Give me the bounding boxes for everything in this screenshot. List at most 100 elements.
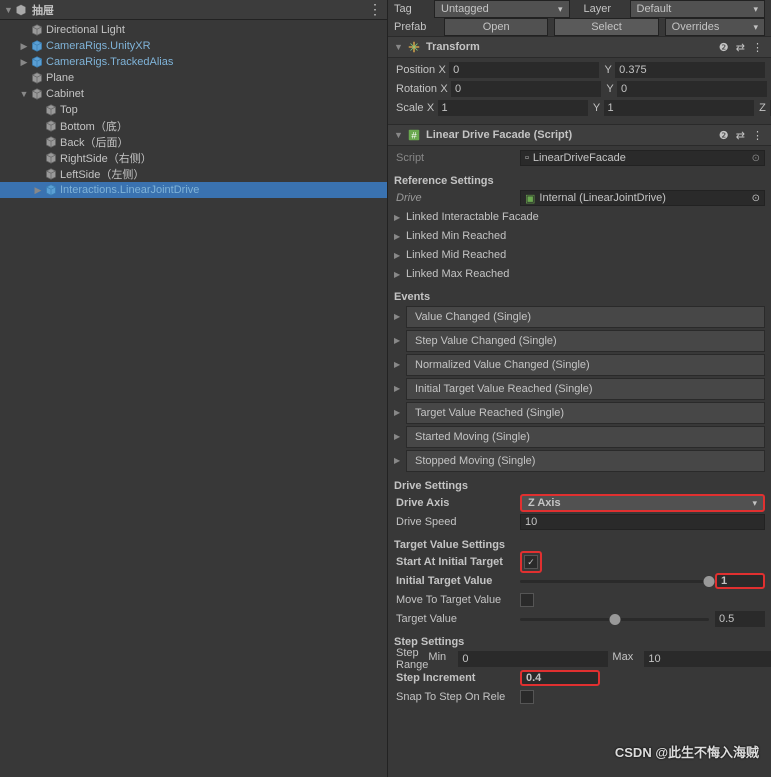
foldout-arrow[interactable]: ▶ bbox=[394, 456, 406, 465]
move-to-checkbox[interactable] bbox=[520, 593, 534, 607]
linked-label: Linked Min Reached bbox=[406, 230, 506, 242]
position-label: Position bbox=[394, 64, 435, 76]
cube-icon bbox=[44, 103, 58, 117]
tree-item[interactable]: ▶CameraRigs.UnityXR bbox=[0, 38, 387, 54]
event-item[interactable]: Target Value Reached (Single) bbox=[406, 402, 765, 424]
step-increment-input[interactable] bbox=[520, 670, 600, 686]
hierarchy-panel: ▼ 抽屉 ⋮ Directional Light▶CameraRigs.Unit… bbox=[0, 0, 388, 777]
event-item[interactable]: Started Moving (Single) bbox=[406, 426, 765, 448]
initial-target-label: Initial Target Value bbox=[394, 575, 520, 587]
foldout-arrow[interactable]: ▶ bbox=[394, 336, 406, 345]
tree-item[interactable]: ▼Cabinet bbox=[0, 86, 387, 102]
foldout-arrow[interactable]: ▶ bbox=[394, 213, 404, 222]
cube-icon bbox=[44, 183, 58, 197]
foldout-arrow[interactable]: ▶ bbox=[394, 270, 404, 279]
tree-item[interactable]: ▶Interactions.LinearJointDrive bbox=[0, 182, 387, 198]
event-item[interactable]: Stopped Moving (Single) bbox=[406, 450, 765, 472]
drive-speed-input[interactable] bbox=[520, 514, 765, 530]
prefab-select-button[interactable]: Select bbox=[554, 18, 658, 36]
unity-icon bbox=[14, 3, 28, 17]
transform-icon bbox=[406, 39, 422, 55]
target-settings-title: Target Value Settings bbox=[394, 539, 765, 551]
target-value-slider[interactable] bbox=[520, 618, 709, 621]
drive-axis-label: Drive Axis bbox=[394, 497, 520, 509]
prefab-overrides-dropdown[interactable]: Overrides bbox=[665, 18, 765, 36]
event-item[interactable]: Value Changed (Single) bbox=[406, 306, 765, 328]
drive-field[interactable]: ▣Internal (LinearJointDrive) bbox=[520, 190, 765, 206]
step-max-input[interactable] bbox=[644, 651, 771, 667]
events-title: Events bbox=[394, 291, 765, 303]
menu-icon[interactable]: ⋮ bbox=[368, 1, 383, 18]
tag-dropdown[interactable]: Untagged bbox=[434, 0, 570, 18]
rotation-label: Rotation bbox=[394, 83, 437, 95]
drive-axis-dropdown[interactable]: Z Axis bbox=[520, 494, 765, 512]
cube-icon bbox=[44, 135, 58, 149]
move-to-label: Move To Target Value bbox=[394, 594, 520, 606]
transform-header[interactable]: ▼ Transform ❷ ⇄ ⋮ bbox=[388, 36, 771, 58]
cube-icon bbox=[30, 87, 44, 101]
start-at-label: Start At Initial Target bbox=[394, 556, 520, 568]
drive-label: Drive bbox=[394, 192, 520, 204]
linked-label: Linked Max Reached bbox=[406, 268, 509, 280]
position-x[interactable] bbox=[449, 62, 599, 78]
event-item[interactable]: Step Value Changed (Single) bbox=[406, 330, 765, 352]
target-value-label: Target Value bbox=[394, 613, 520, 625]
component-tools[interactable]: ❷ ⇄ ⋮ bbox=[719, 41, 765, 54]
rotation-y[interactable] bbox=[617, 81, 767, 97]
tree-item[interactable]: Bottom（底） bbox=[0, 118, 387, 134]
foldout-arrow[interactable]: ▶ bbox=[394, 408, 406, 417]
tag-label: Tag bbox=[394, 3, 428, 15]
cube-icon bbox=[44, 119, 58, 133]
position-y[interactable] bbox=[615, 62, 765, 78]
start-at-checkbox[interactable] bbox=[524, 555, 538, 569]
snap-label: Snap To Step On Rele bbox=[394, 691, 520, 703]
foldout-arrow[interactable]: ▶ bbox=[394, 232, 404, 241]
snap-checkbox[interactable] bbox=[520, 690, 534, 704]
event-item[interactable]: Normalized Value Changed (Single) bbox=[406, 354, 765, 376]
layer-dropdown[interactable]: Default bbox=[630, 0, 766, 18]
cube-icon bbox=[30, 39, 44, 53]
scale-y[interactable] bbox=[604, 100, 754, 116]
hierarchy-tree: Directional Light▶CameraRigs.UnityXR▶Cam… bbox=[0, 20, 387, 198]
foldout-arrow[interactable]: ▶ bbox=[394, 312, 406, 321]
inspector-panel: Tag Untagged Layer Default Prefab Open S… bbox=[388, 0, 771, 777]
watermark: CSDN @此生不悔入海贼 bbox=[615, 742, 759, 761]
step-range-label: Step Range bbox=[394, 647, 428, 671]
script-field[interactable]: ▫LinearDriveFacade bbox=[520, 150, 765, 166]
cube-icon bbox=[30, 71, 44, 85]
drive-settings-title: Drive Settings bbox=[394, 480, 765, 492]
component-tools[interactable]: ❷ ⇄ ⋮ bbox=[719, 129, 765, 142]
initial-target-input[interactable] bbox=[715, 573, 765, 589]
step-min-input[interactable] bbox=[458, 651, 608, 667]
scale-x[interactable] bbox=[438, 100, 588, 116]
drive-speed-label: Drive Speed bbox=[394, 516, 520, 528]
foldout-arrow[interactable]: ▶ bbox=[394, 251, 404, 260]
cube-icon bbox=[30, 23, 44, 37]
event-item[interactable]: Initial Target Value Reached (Single) bbox=[406, 378, 765, 400]
linked-label: Linked Mid Reached bbox=[406, 249, 506, 261]
tree-item[interactable]: RightSide（右侧） bbox=[0, 150, 387, 166]
rotation-x[interactable] bbox=[451, 81, 601, 97]
foldout-arrow[interactable]: ▶ bbox=[394, 432, 406, 441]
hierarchy-header: ▼ 抽屉 ⋮ bbox=[0, 0, 387, 20]
script-header[interactable]: ▼ # Linear Drive Facade (Script) ❷ ⇄ ⋮ bbox=[388, 124, 771, 146]
tree-item[interactable]: Plane bbox=[0, 70, 387, 86]
prefab-open-button[interactable]: Open bbox=[444, 18, 548, 36]
foldout-arrow[interactable]: ▶ bbox=[394, 384, 406, 393]
tree-item[interactable]: Top bbox=[0, 102, 387, 118]
layer-label: Layer bbox=[584, 3, 624, 15]
step-settings-title: Step Settings bbox=[394, 636, 765, 648]
tree-item[interactable]: Back（后面） bbox=[0, 134, 387, 150]
prefab-label: Prefab bbox=[394, 21, 438, 33]
tree-item[interactable]: LeftSide（左侧） bbox=[0, 166, 387, 182]
foldout-arrow[interactable]: ▶ bbox=[394, 360, 406, 369]
tree-item[interactable]: Directional Light bbox=[0, 22, 387, 38]
cube-icon bbox=[44, 167, 58, 181]
hierarchy-title: 抽屉 bbox=[32, 2, 368, 18]
script-label: Script bbox=[394, 152, 520, 164]
target-value-input[interactable] bbox=[715, 611, 765, 627]
tree-item[interactable]: ▶CameraRigs.TrackedAlias bbox=[0, 54, 387, 70]
initial-target-slider[interactable] bbox=[520, 580, 709, 583]
cube-icon bbox=[44, 151, 58, 165]
script-icon: # bbox=[406, 127, 422, 143]
